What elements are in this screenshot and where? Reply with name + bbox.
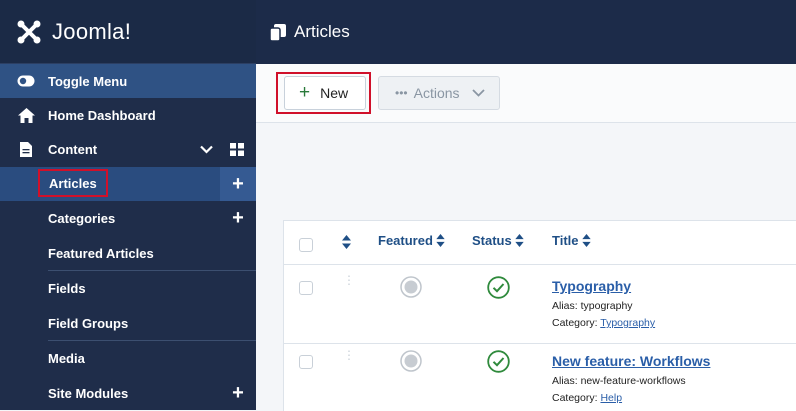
row-checkbox[interactable] <box>299 355 313 369</box>
article-title-link[interactable]: Typography <box>552 278 631 294</box>
dashboard-grid-icon[interactable] <box>230 143 244 159</box>
sidebar-item-home-dashboard[interactable]: Home Dashboard <box>0 98 256 132</box>
featured-toggle-icon[interactable] <box>400 276 422 303</box>
title-header-label: Title <box>552 233 579 248</box>
toggle-menu-label: Toggle Menu <box>48 73 128 89</box>
ellipsis-icon: ••• <box>395 86 408 100</box>
select-all-checkbox[interactable] <box>299 238 313 252</box>
sort-icon <box>581 234 591 247</box>
sidebar-item-fields[interactable]: Fields <box>0 271 256 305</box>
category-prefix: Category: <box>552 392 601 404</box>
sidebar-item-categories[interactable]: Categories + <box>0 201 256 235</box>
actions-dropdown[interactable]: ••• Actions <box>378 76 500 110</box>
add-site-module-icon[interactable]: + <box>220 376 256 410</box>
sort-icon <box>436 234 445 247</box>
toggle-icon <box>16 75 36 87</box>
title-column-header[interactable]: Title <box>552 233 591 248</box>
toggle-menu-button[interactable]: Toggle Menu <box>0 64 256 98</box>
chevron-down-icon <box>471 89 485 97</box>
alias-value: new-feature-workflows <box>580 375 686 387</box>
sort-icon <box>515 234 524 247</box>
category-prefix: Category: <box>552 317 601 329</box>
new-button[interactable]: + New <box>284 76 366 110</box>
featured-articles-label: Featured Articles <box>48 245 154 261</box>
categories-label: Categories <box>48 210 116 226</box>
articles-table: Featured Status Title ⋮ Typography Alias… <box>283 220 796 411</box>
sort-ordering-icon[interactable] <box>342 235 351 254</box>
drag-handle-icon[interactable]: ⋮ <box>343 274 355 286</box>
alias-value: typography <box>580 300 633 312</box>
chevron-down-icon[interactable] <box>200 142 213 157</box>
logo-text: Joomla! <box>52 18 132 44</box>
sidebar-item-featured-articles[interactable]: Featured Articles <box>0 236 256 270</box>
featured-toggle-icon[interactable] <box>400 350 422 377</box>
article-category: Category: Help <box>552 392 622 404</box>
article-alias: Alias: new-feature-workflows <box>552 375 686 387</box>
sidebar-item-content[interactable]: Content <box>0 132 256 166</box>
articles-label: Articles <box>38 169 108 197</box>
site-modules-label: Site Modules <box>48 385 129 401</box>
article-title-link[interactable]: New feature: Workflows <box>552 353 710 369</box>
home-icon <box>16 107 36 123</box>
published-status-icon[interactable] <box>487 276 510 304</box>
page-title: Articles <box>294 22 350 41</box>
field-groups-label: Field Groups <box>48 315 129 331</box>
content-label: Content <box>48 141 98 157</box>
article-category: Category: Typography <box>552 317 655 329</box>
add-article-icon[interactable]: + <box>220 167 256 201</box>
sidebar-item-field-groups[interactable]: Field Groups <box>0 306 256 340</box>
plus-icon: + <box>299 82 311 103</box>
table-row: ⋮ New feature: Workflows Alias: new-feat… <box>284 344 796 411</box>
alias-prefix: Alias: <box>552 375 581 387</box>
toolbar: + New ••• Actions <box>256 64 796 123</box>
add-category-icon[interactable]: + <box>220 201 256 235</box>
featured-header-label: Featured <box>378 233 433 248</box>
sidebar: Joomla! Toggle Menu Home Dashboard Conte… <box>0 0 256 410</box>
new-button-label: New <box>320 85 349 101</box>
status-column-header[interactable]: Status <box>472 233 524 248</box>
category-link[interactable]: Help <box>600 392 622 404</box>
published-status-icon[interactable] <box>487 350 510 378</box>
row-checkbox[interactable] <box>299 281 313 295</box>
alias-prefix: Alias: <box>552 300 581 312</box>
media-label: Media <box>48 350 85 366</box>
table-row: ⋮ Typography Alias: typography Category:… <box>284 265 796 343</box>
actions-label: Actions <box>413 85 460 101</box>
home-dashboard-label: Home Dashboard <box>48 107 156 123</box>
joomla-logo[interactable]: Joomla! <box>0 0 256 64</box>
sidebar-item-site-modules[interactable]: Site Modules + <box>0 376 256 410</box>
page-header: Articles <box>256 0 796 64</box>
articles-icon <box>270 23 286 41</box>
joomla-logo-icon <box>17 20 41 43</box>
category-link[interactable]: Typography <box>600 317 655 329</box>
file-icon <box>16 141 36 157</box>
featured-column-header[interactable]: Featured <box>378 233 445 248</box>
status-header-label: Status <box>472 233 512 248</box>
sidebar-item-media[interactable]: Media <box>0 341 256 375</box>
fields-label: Fields <box>48 280 86 296</box>
article-alias: Alias: typography <box>552 300 633 312</box>
sidebar-item-articles[interactable]: Articles + <box>0 167 256 201</box>
drag-handle-icon[interactable]: ⋮ <box>343 349 355 361</box>
